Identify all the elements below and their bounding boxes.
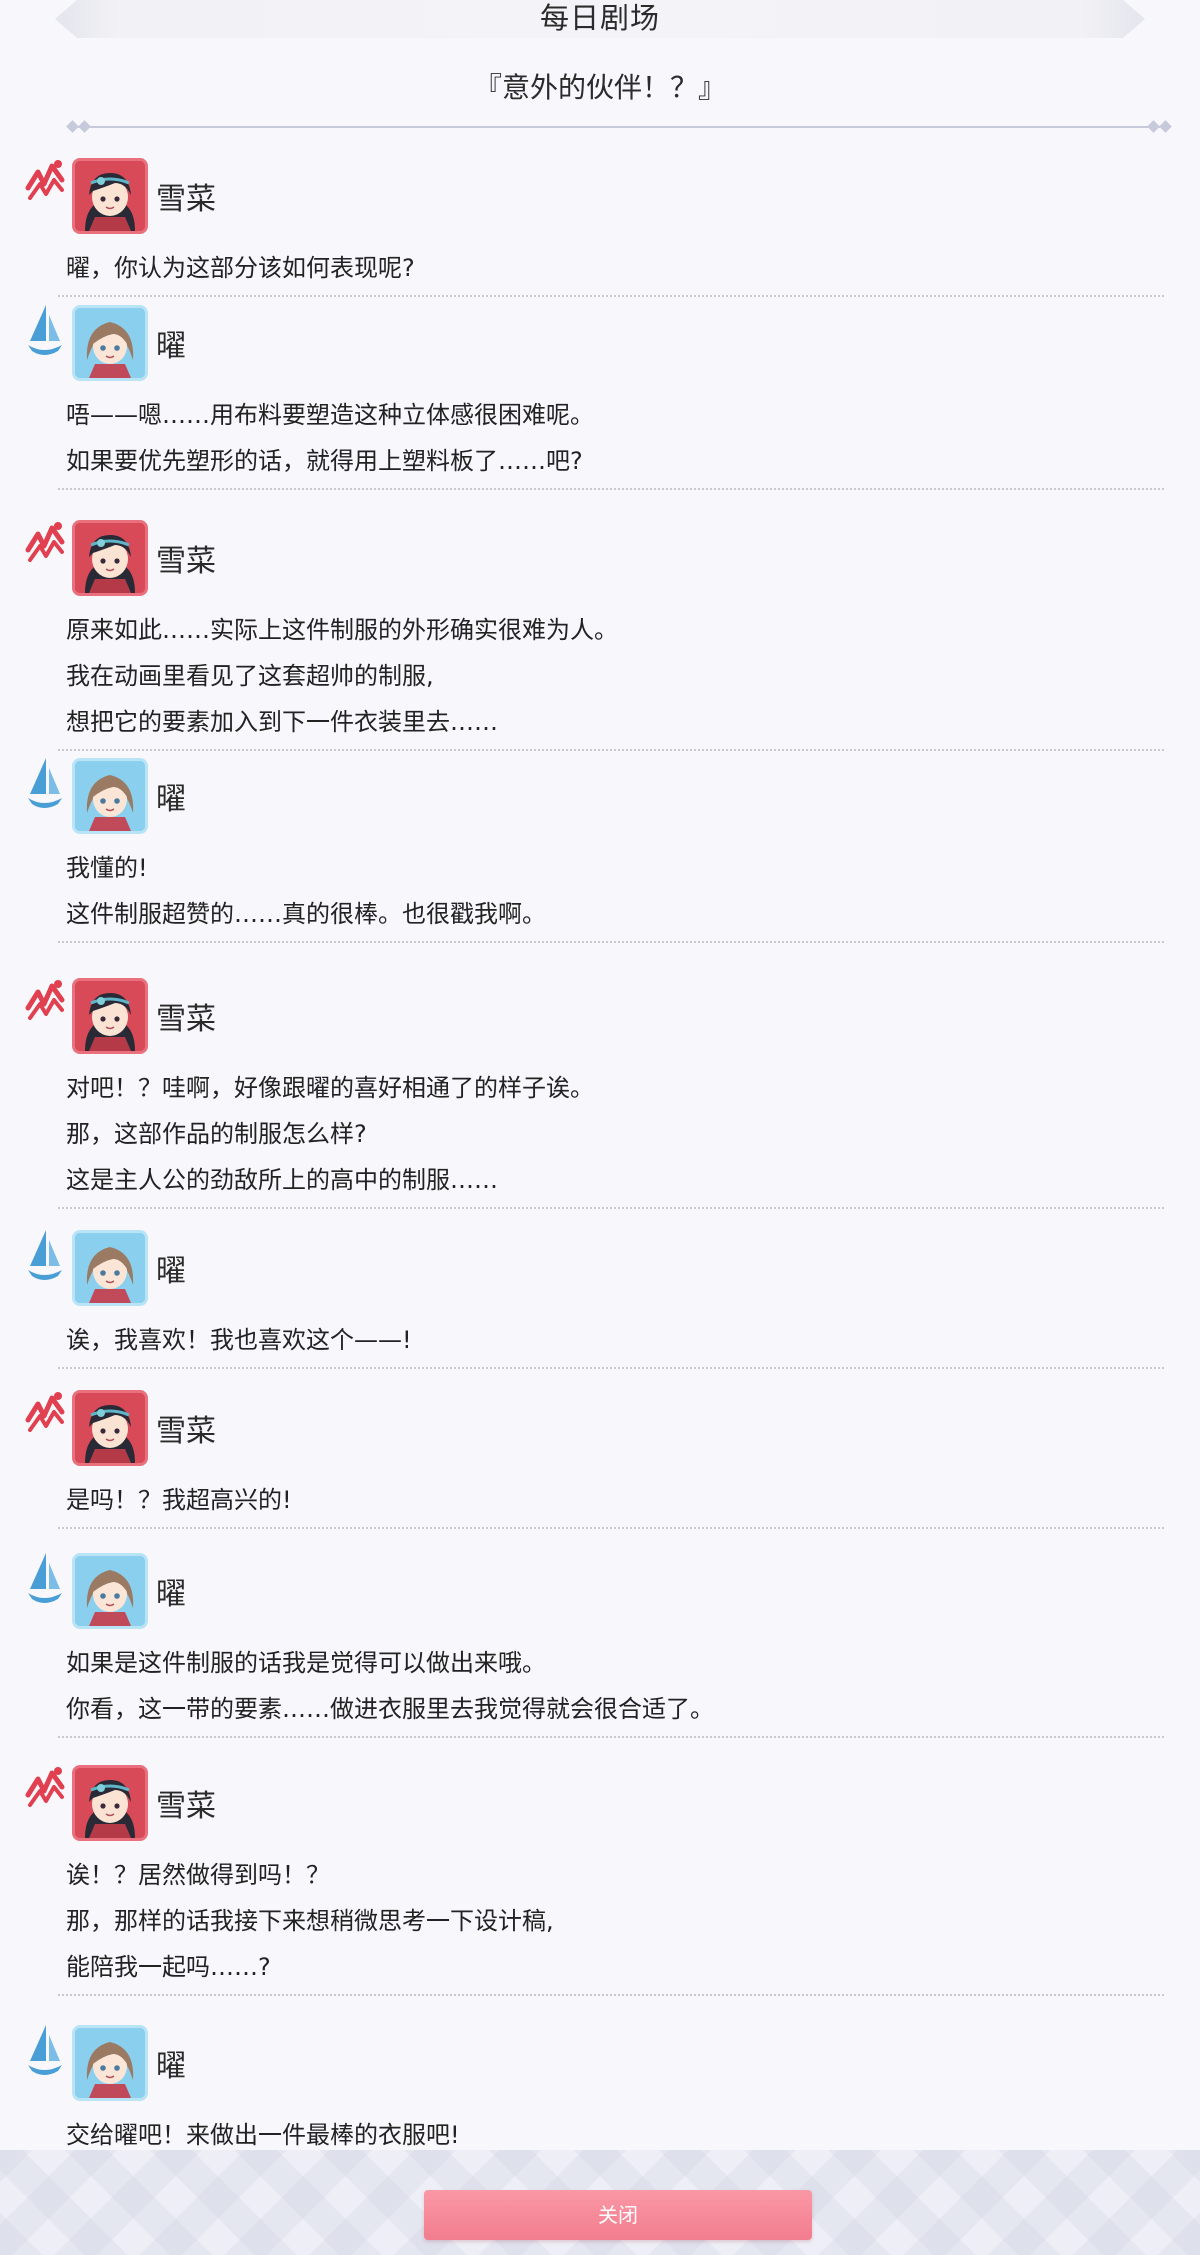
dialogue-line: 我懂的! xyxy=(66,854,148,882)
dialogue-line: 想把它的要素加入到下一件衣装里去…… xyxy=(66,708,498,736)
dialogue-line: 对吧！？哇啊，好像跟曜的喜好相通了的样子诶。 xyxy=(66,1074,594,1102)
dialogue-line: 如果是这件制服的话我是觉得可以做出来哦。 xyxy=(66,1649,546,1677)
dialogue-line: 诶，我喜欢！我也喜欢这个——! xyxy=(66,1326,412,1354)
speaker-name: 曜 xyxy=(156,2049,186,2084)
dialogue-line: 那，这部作品的制服怎么样? xyxy=(66,1120,367,1148)
dialogue-separator xyxy=(58,295,1164,297)
speaker-name: 曜 xyxy=(156,782,186,817)
dialogue-line: 能陪我一起吗……? xyxy=(66,1953,271,1981)
sailboat-emblem-icon xyxy=(24,1549,66,1609)
title-divider xyxy=(66,120,1172,133)
sailboat-emblem-icon xyxy=(24,1226,66,1286)
page-title: 每日剧场 xyxy=(539,1,660,35)
speaker-avatar xyxy=(72,520,148,596)
setsuna-emblem-icon xyxy=(24,974,66,1034)
dialogue-separator xyxy=(58,749,1164,751)
speaker-name: 曜 xyxy=(156,329,186,364)
speaker-name: 雪菜 xyxy=(156,1789,216,1824)
speaker-name: 雪菜 xyxy=(156,1002,216,1037)
dialogue-line: 唔——嗯……用布料要塑造这种立体感很困难呢。 xyxy=(66,401,594,429)
close-button[interactable]: 关闭 xyxy=(424,2190,812,2240)
dialogue-line: 如果要优先塑形的话，就得用上塑料板了……吧? xyxy=(66,447,583,475)
speaker-name: 雪菜 xyxy=(156,544,216,579)
dialogue-separator xyxy=(58,1207,1164,1209)
speaker-avatar xyxy=(72,978,148,1054)
speaker-avatar xyxy=(72,758,148,834)
speaker-avatar xyxy=(72,1553,148,1629)
sailboat-emblem-icon xyxy=(24,301,66,361)
sailboat-emblem-icon xyxy=(24,2021,66,2081)
daily-theater-screen: 每日剧场 『意外的伙伴！？』 雪菜 曜，你认为这部分该如何表现呢? 曜唔——嗯……用… xyxy=(0,0,1200,2255)
speaker-avatar xyxy=(72,2025,148,2101)
dialogue-line: 诶！？居然做得到吗！？ xyxy=(66,1861,330,1889)
dialogue-separator xyxy=(58,1367,1164,1369)
dialogue-line: 那，那样的话我接下来想稍微思考一下设计稿, xyxy=(66,1907,554,1935)
setsuna-emblem-icon xyxy=(24,154,66,214)
dialogue-line: 这件制服超赞的……真的很棒。也很戳我啊。 xyxy=(66,900,546,928)
dialogue-line: 是吗！？我超高兴的! xyxy=(66,1486,292,1514)
dialogue-line: 原来如此……实际上这件制服的外形确实很难为人。 xyxy=(66,616,618,644)
dialogue-line: 交给曜吧！来做出一件最棒的衣服吧! xyxy=(66,2121,460,2149)
dialogue-line: 这是主人公的劲敌所上的高中的制服…… xyxy=(66,1166,498,1194)
setsuna-emblem-icon xyxy=(24,516,66,576)
dialogue-line: 我在动画里看见了这套超帅的制服, xyxy=(66,662,434,690)
speaker-name: 曜 xyxy=(156,1577,186,1612)
dialogue-separator xyxy=(58,1994,1164,1996)
dialogue-separator xyxy=(58,941,1164,943)
setsuna-emblem-icon xyxy=(24,1761,66,1821)
speaker-avatar xyxy=(72,158,148,234)
speaker-avatar xyxy=(72,1765,148,1841)
dialogue-separator xyxy=(58,488,1164,490)
speaker-name: 曜 xyxy=(156,1254,186,1289)
speaker-name: 雪菜 xyxy=(156,182,216,217)
setsuna-emblem-icon xyxy=(24,1386,66,1446)
dialogue-separator xyxy=(58,1736,1164,1738)
story-title: 『意外的伙伴！？』 xyxy=(473,71,726,104)
speaker-avatar xyxy=(72,1230,148,1306)
dialogue-separator xyxy=(58,1527,1164,1529)
speaker-avatar xyxy=(72,1390,148,1466)
speaker-name: 雪菜 xyxy=(156,1414,216,1449)
speaker-avatar xyxy=(72,305,148,381)
dialogue-line: 你看，这一带的要素……做进衣服里去我觉得就会很合适了。 xyxy=(66,1695,714,1723)
dialogue-line: 曜，你认为这部分该如何表现呢? xyxy=(66,254,415,282)
sailboat-emblem-icon xyxy=(24,754,66,814)
